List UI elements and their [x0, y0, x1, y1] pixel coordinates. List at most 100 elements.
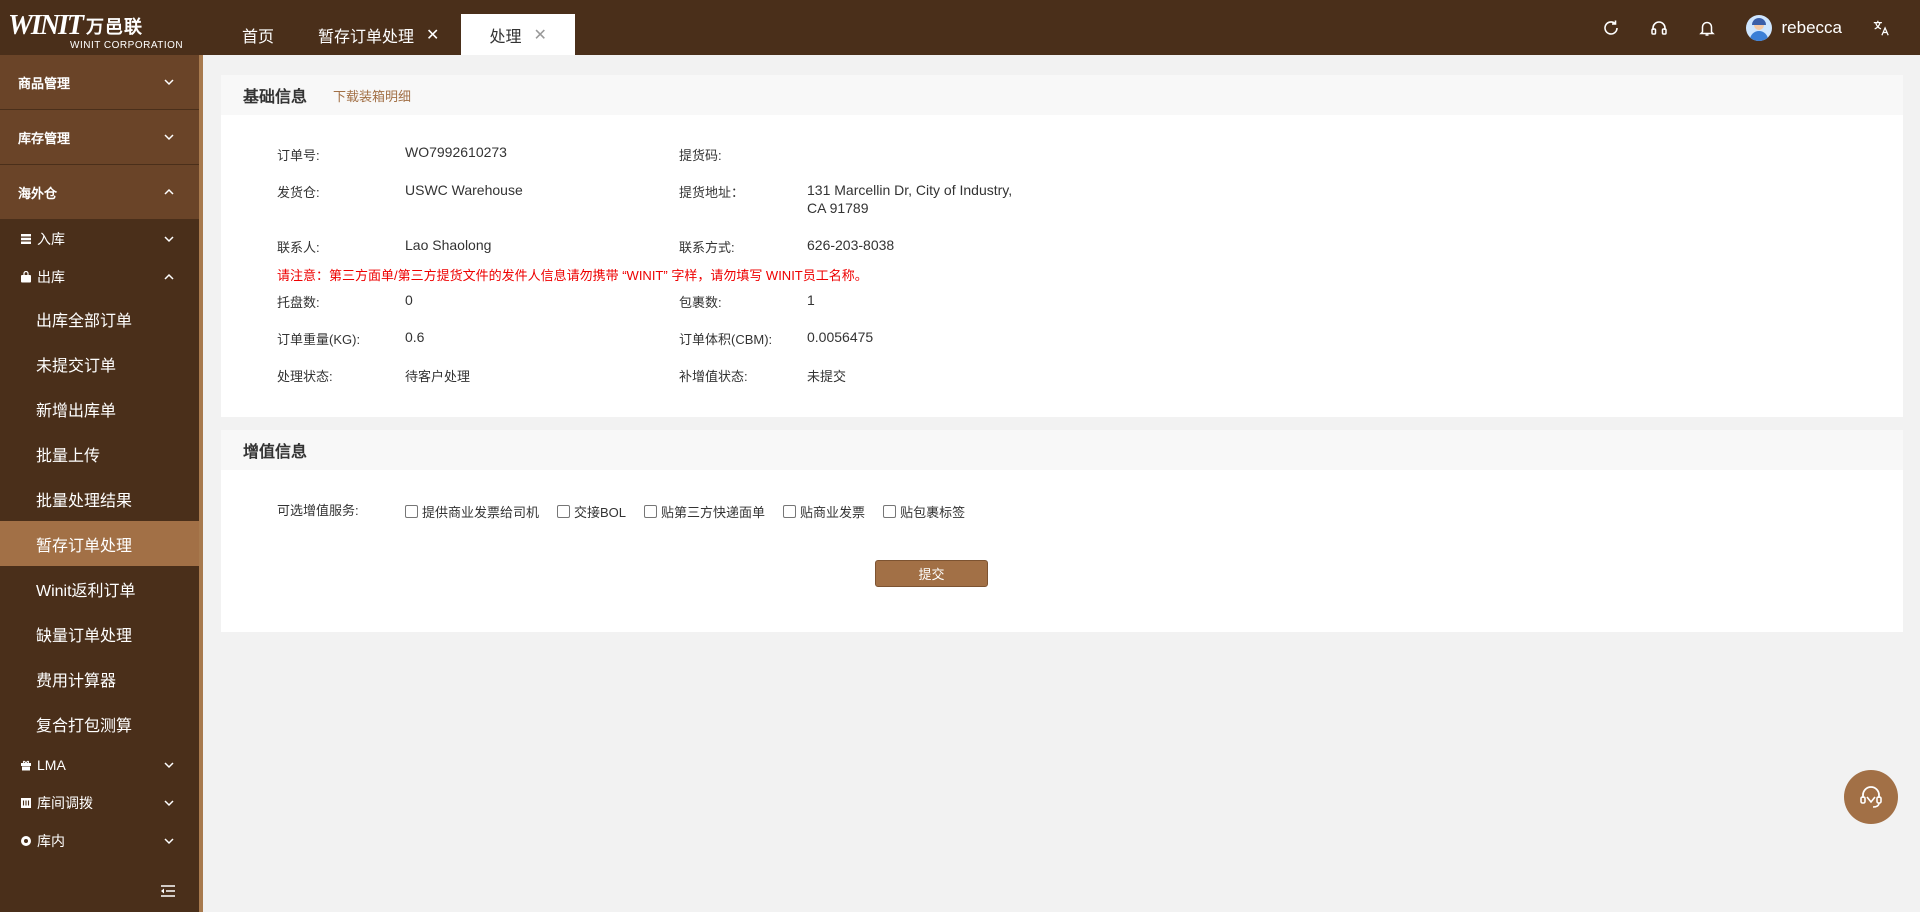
- sidebar-group-label: 商品管理: [18, 75, 71, 91]
- chevron-down-icon: [164, 800, 174, 807]
- phone-value: 626-203-8038: [807, 237, 895, 253]
- sidebar-item-label: 入库: [37, 231, 65, 247]
- sidebar-item-batch-results[interactable]: 批量处理结果: [0, 476, 203, 521]
- refresh-icon[interactable]: [1602, 19, 1620, 37]
- vas-option-third-party-label[interactable]: 贴第三方快递面单: [644, 502, 765, 521]
- sidebar-item-winit-rebate[interactable]: Winit返利订单: [0, 566, 203, 611]
- sidebar-item-fee-calculator[interactable]: 费用计算器: [0, 656, 203, 701]
- contact-label: 联系人:: [277, 240, 320, 255]
- checkbox[interactable]: [883, 505, 897, 518]
- contact-value: Lao Shaolong: [405, 237, 492, 253]
- vas-option-commercial-invoice[interactable]: 贴商业发票: [783, 502, 865, 521]
- sidebar-item-lma[interactable]: LMA: [0, 746, 203, 784]
- sidebar-item-label: 费用计算器: [36, 672, 117, 690]
- tab-label: 暂存订单处理: [318, 28, 415, 46]
- sidebar-item-label: 复合打包测算: [36, 717, 133, 735]
- sidebar-item-label: 未提交订单: [36, 357, 117, 375]
- gift-icon: [20, 759, 32, 771]
- sidebar-item-label: 批量处理结果: [36, 492, 133, 510]
- vas-options-label: 可选增值服务:: [277, 503, 359, 518]
- user-menu[interactable]: rebecca: [1745, 14, 1842, 41]
- checkbox[interactable]: [557, 505, 571, 518]
- sidebar-group-product[interactable]: 商品管理: [0, 55, 203, 110]
- chevron-up-icon: [164, 273, 174, 280]
- header-actions: rebecca: [1572, 0, 1890, 55]
- sidebar-item-inbound[interactable]: 入库: [0, 220, 203, 258]
- parcels-value: 1: [807, 292, 815, 308]
- collapse-menu-icon[interactable]: [160, 884, 176, 898]
- avatar: [1745, 14, 1772, 41]
- sidebar: 商品管理 库存管理 海外仓 入库 出库 出库全部订单 未提交订单 新增出库单 批…: [0, 55, 203, 912]
- checkbox[interactable]: [783, 505, 797, 518]
- basic-info-panel: 基础信息 下载装箱明细 订单号: WO7992610273 提货码: 发货仓: …: [221, 75, 1903, 417]
- sidebar-item-batch-upload[interactable]: 批量上传: [0, 431, 203, 476]
- checkbox[interactable]: [405, 505, 418, 518]
- sidebar-group-label: 海外仓: [18, 185, 58, 201]
- translate-icon[interactable]: [1872, 19, 1890, 37]
- tab-draft-orders[interactable]: 暂存订单处理 ✕: [296, 14, 461, 55]
- pickup-address-line2: CA 91789: [807, 200, 869, 216]
- tab-label: 首页: [242, 28, 275, 46]
- checkbox[interactable]: [644, 505, 658, 518]
- vas-option-parcel-label[interactable]: 贴包裹标签: [883, 502, 965, 521]
- sidebar-scrollbar[interactable]: [199, 55, 203, 912]
- sidebar-item-draft-orders[interactable]: 暂存订单处理: [0, 521, 203, 566]
- section-title: 增值信息: [243, 444, 308, 461]
- weight-label: 订单重量(KG):: [277, 332, 361, 347]
- tab-bar: 首页 暂存订单处理 ✕ 处理 ✕: [220, 14, 575, 55]
- bell-icon[interactable]: [1698, 19, 1716, 37]
- sidebar-group-overseas[interactable]: 海外仓: [0, 165, 203, 220]
- download-packing-list-link[interactable]: 下载装箱明细: [333, 86, 411, 105]
- transfer-icon: [20, 797, 32, 809]
- sidebar-item-label: LMA: [37, 757, 66, 773]
- chevron-down-icon: [164, 838, 174, 845]
- winit-logo[interactable]: WINIT 万邑联 WINIT CORPORATION: [8, 10, 198, 52]
- pallets-value: 0: [405, 292, 413, 308]
- vas-options: 提供商业发票给司机 交接BOL 贴第三方快递面单 贴商业发票 贴包裹标签: [405, 502, 983, 521]
- customer-service-button[interactable]: [1844, 770, 1898, 824]
- submit-button[interactable]: 提交: [875, 560, 988, 587]
- sidebar-group-inventory[interactable]: 库存管理: [0, 110, 203, 165]
- sidebar-item-label: 批量上传: [36, 447, 101, 465]
- logo-brand-cn: 万邑联: [86, 17, 144, 37]
- top-bar: WINIT 万邑联 WINIT CORPORATION 首页 暂存订单处理 ✕ …: [0, 0, 1920, 55]
- sidebar-item-shortage-orders[interactable]: 缺量订单处理: [0, 611, 203, 656]
- status-label: 处理状态:: [277, 369, 333, 384]
- vas-status-label: 补增值状态:: [679, 369, 748, 384]
- chevron-up-icon: [164, 188, 174, 195]
- pickup-address-label: 提货地址：: [679, 185, 745, 200]
- sidebar-item-unsubmitted-orders[interactable]: 未提交订单: [0, 341, 203, 386]
- list-icon: [20, 233, 32, 245]
- tab-home[interactable]: 首页: [220, 14, 296, 55]
- sender-notice: 请注意：第三方面单/第三方提货文件的发件人信息请勿携带 “WINIT” 字样，请…: [277, 268, 868, 283]
- vas-option-invoice-to-driver[interactable]: 提供商业发票给司机: [405, 502, 539, 521]
- sidebar-item-label: 缺量订单处理: [36, 627, 133, 645]
- headset-icon[interactable]: [1650, 19, 1668, 37]
- parcels-label: 包裹数:: [679, 295, 722, 310]
- logo-brand: WINIT: [8, 10, 84, 41]
- tab-process[interactable]: 处理 ✕: [461, 14, 575, 55]
- warehouse-label: 发货仓:: [277, 185, 320, 200]
- sidebar-item-label: 库间调拨: [37, 795, 93, 811]
- status-value: 待客户处理: [405, 369, 471, 384]
- username: rebecca: [1781, 17, 1842, 37]
- sidebar-item-new-outbound[interactable]: 新增出库单: [0, 386, 203, 431]
- sidebar-item-outbound[interactable]: 出库: [0, 258, 203, 296]
- pallets-label: 托盘数:: [277, 295, 320, 310]
- sidebar-item-in-warehouse[interactable]: 库内: [0, 822, 203, 860]
- sidebar-item-all-outbound-orders[interactable]: 出库全部订单: [0, 296, 203, 341]
- sidebar-item-label: Winit返利订单: [36, 582, 136, 600]
- vas-status-value: 未提交: [807, 369, 847, 384]
- sidebar-item-label: 暂存订单处理: [36, 537, 133, 555]
- chevron-down-icon: [164, 79, 174, 86]
- weight-value: 0.6: [405, 329, 425, 345]
- sidebar-item-transfer[interactable]: 库间调拨: [0, 784, 203, 822]
- vas-option-bol[interactable]: 交接BOL: [557, 502, 626, 521]
- chevron-down-icon: [164, 134, 174, 141]
- close-icon[interactable]: ✕: [426, 25, 439, 45]
- sidebar-item-label: 出库全部订单: [36, 312, 133, 330]
- sidebar-item-pack-estimate[interactable]: 复合打包测算: [0, 701, 203, 746]
- close-icon[interactable]: ✕: [533, 25, 546, 45]
- warehouse-icon: [20, 835, 32, 847]
- sidebar-group-label: 库存管理: [18, 130, 71, 146]
